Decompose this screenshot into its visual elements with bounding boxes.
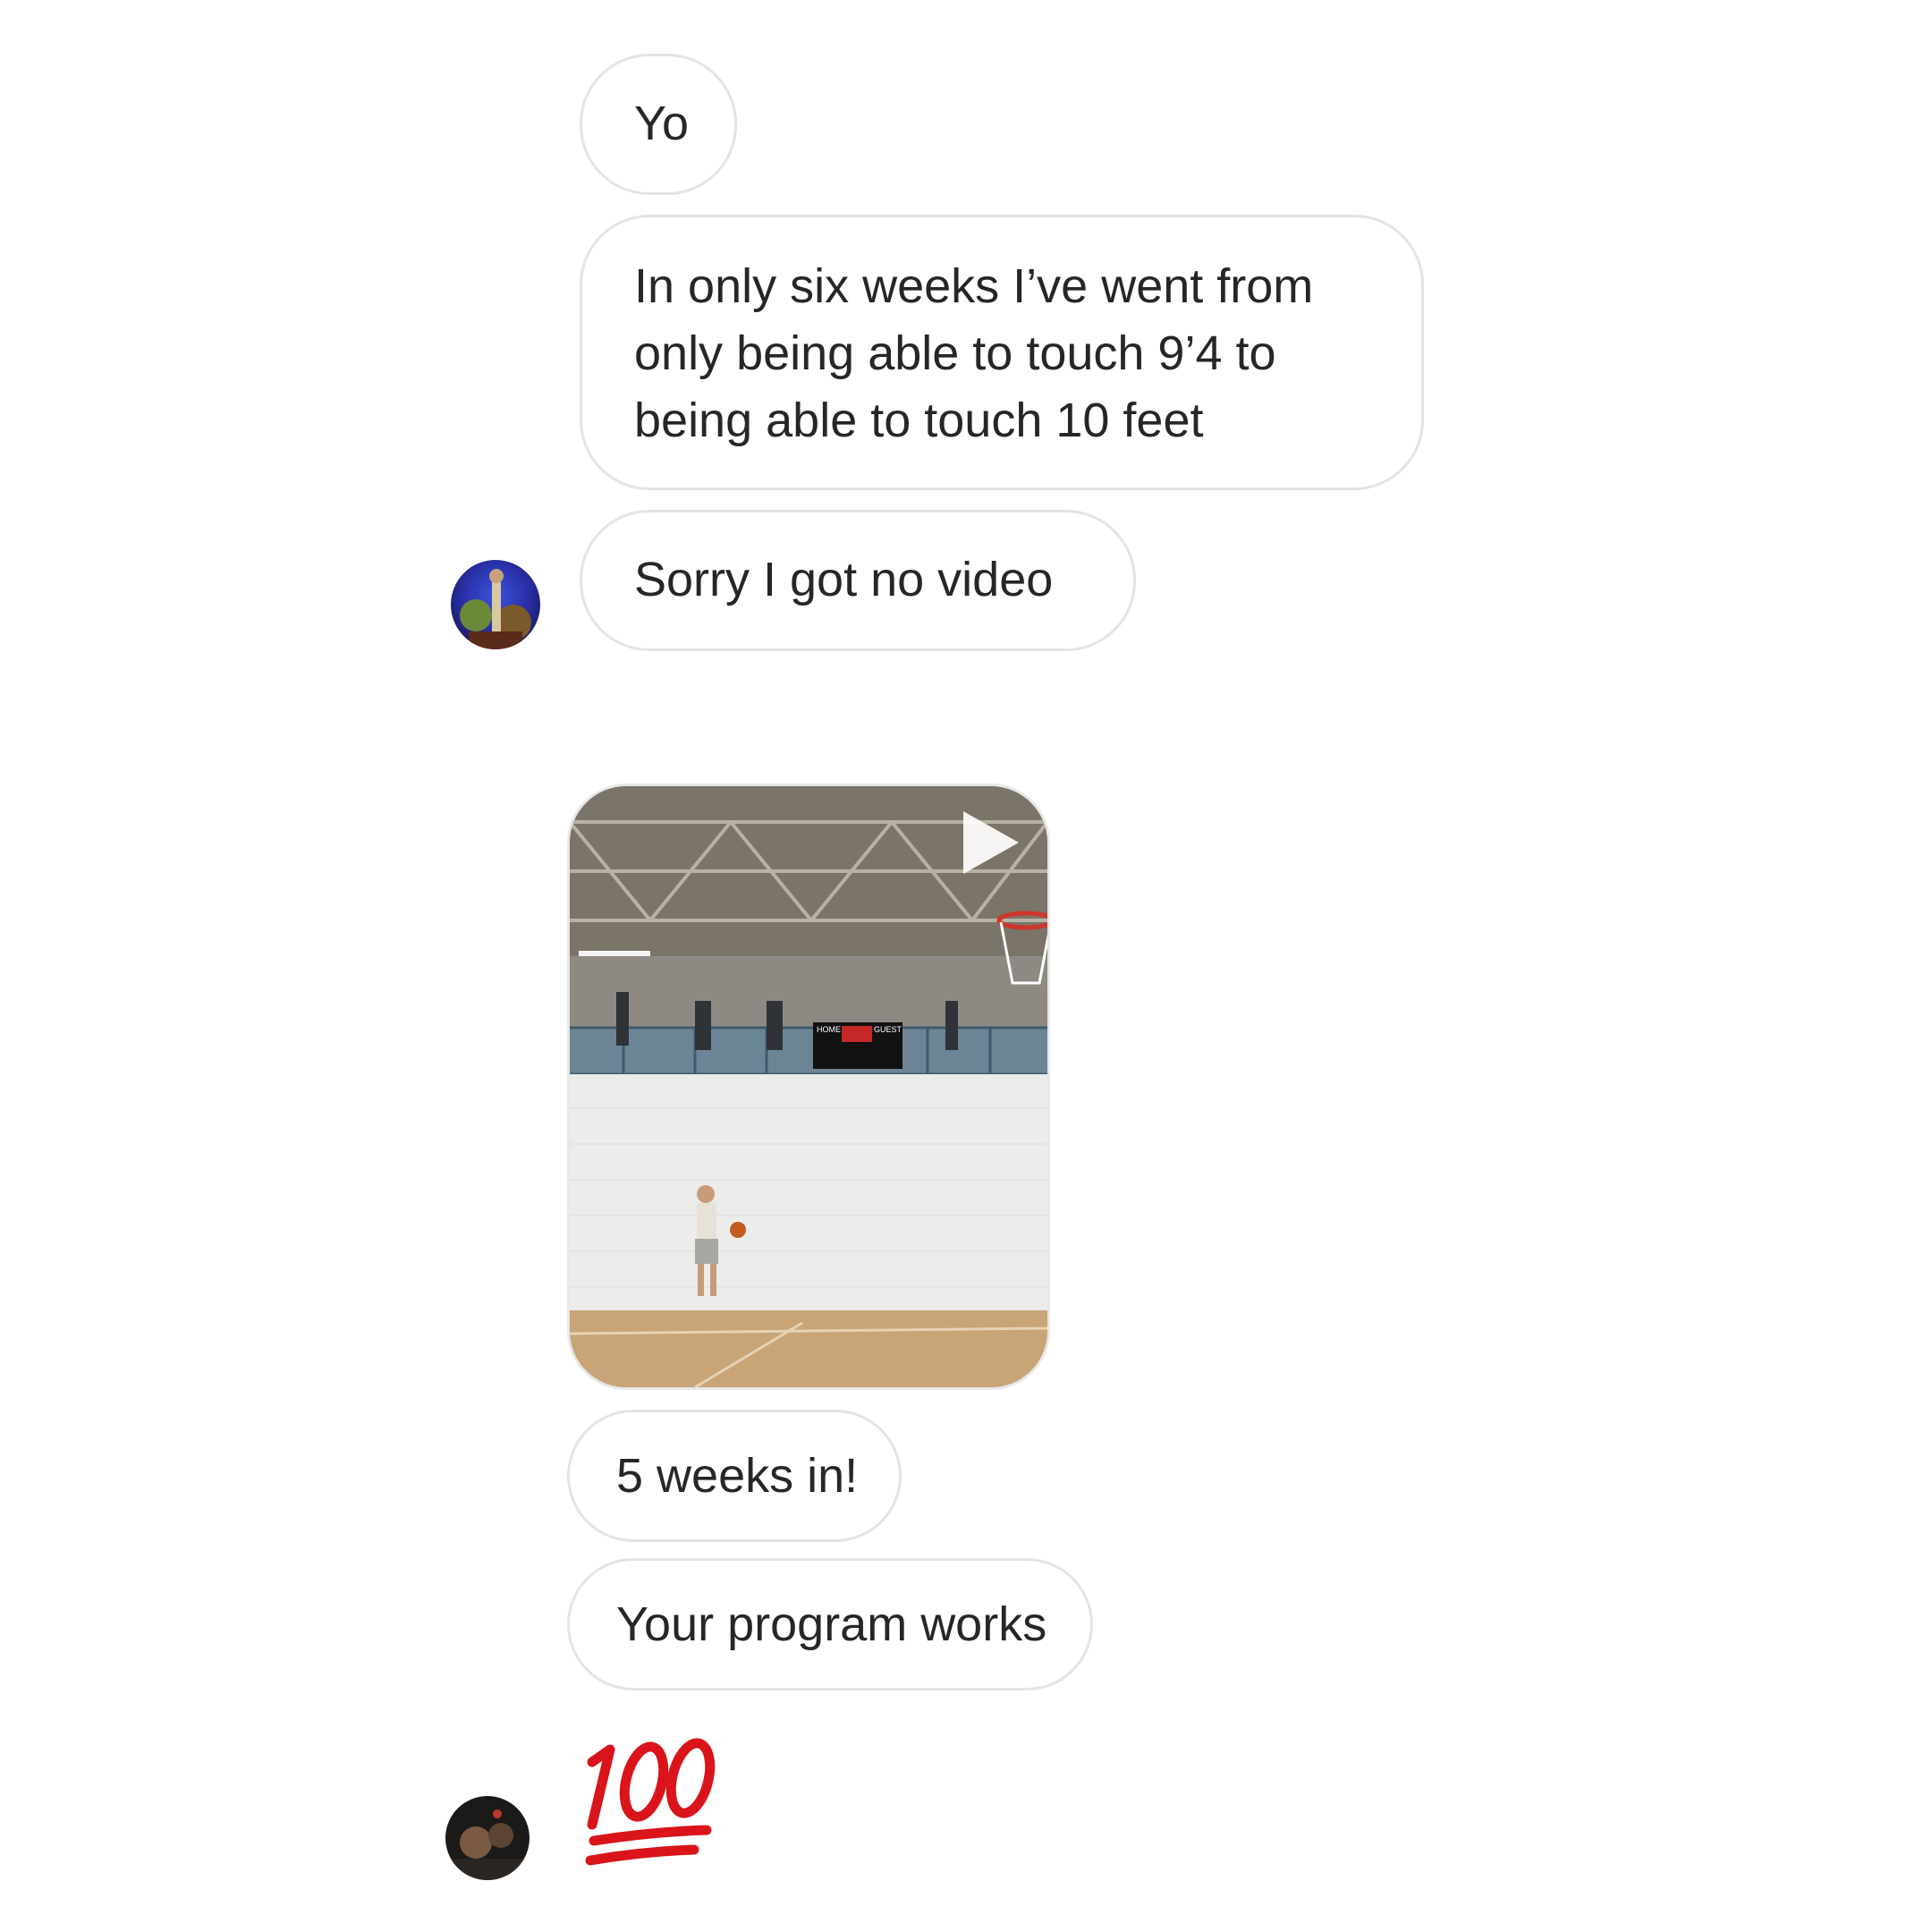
message-bubble-no-video[interactable]: Sorry I got no video: [580, 510, 1136, 651]
message-text-line-3: being able to touch 10 feet: [634, 394, 1204, 447]
message-text: Your program works: [616, 1597, 1047, 1651]
message-bubble-progress[interactable]: In only six weeks I’ve went from only be…: [580, 215, 1424, 490]
message-text: 5 weeks in!: [616, 1449, 859, 1503]
scoreboard-guest-label: GUEST: [874, 1025, 902, 1034]
message-text: Yo: [634, 97, 690, 150]
hundred-points-emoji[interactable]: [580, 1726, 719, 1871]
hundred-icon: [585, 1738, 716, 1866]
recipient-avatar[interactable]: [445, 1796, 530, 1880]
message-bubble-program-works[interactable]: Your program works: [567, 1558, 1093, 1690]
message-text-line-1: In only six weeks I’ve went from: [634, 259, 1314, 313]
avatar-image: [451, 560, 540, 649]
video-thumbnail: HOME GUEST: [570, 786, 1047, 1387]
video-message[interactable]: HOME GUEST: [567, 784, 1050, 1390]
message-text: Sorry I got no video: [634, 553, 1054, 606]
message-bubble-weeks[interactable]: 5 weeks in!: [567, 1410, 902, 1542]
message-text-line-2: only being able to touch 9’4 to: [634, 326, 1276, 380]
message-bubble-yo[interactable]: Yo: [580, 54, 737, 195]
sender-avatar[interactable]: [451, 560, 540, 649]
avatar-image: [445, 1796, 530, 1880]
scoreboard-home-label: HOME: [817, 1025, 841, 1034]
